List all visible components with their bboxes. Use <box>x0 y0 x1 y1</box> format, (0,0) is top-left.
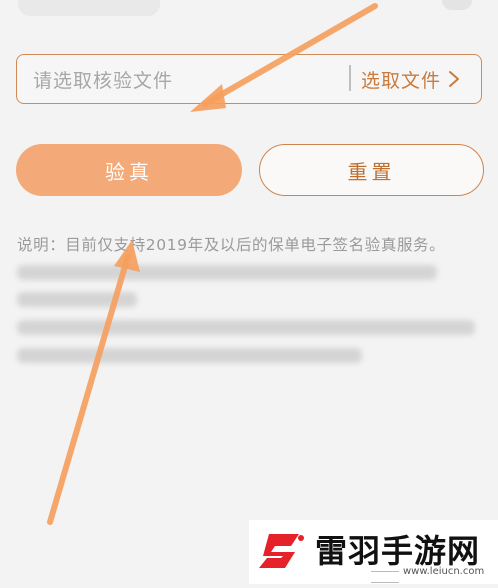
top-bar-fragment-right <box>442 0 472 10</box>
blurred-text-line <box>17 320 475 335</box>
reset-button[interactable]: 重置 <box>259 144 484 196</box>
verify-label: 验真 <box>105 159 153 184</box>
file-select-placeholder: 请选取核验文件 <box>33 70 174 92</box>
field-divider <box>349 65 351 91</box>
blurred-text-line <box>17 348 362 363</box>
blurred-text-line <box>17 292 137 307</box>
watermark-brand: 雷羽手游网 www.leiucn.com <box>249 520 498 584</box>
watermark-url: www.leiucn.com <box>367 566 498 588</box>
top-bar-fragment <box>18 0 160 16</box>
service-note: 说明：目前仅支持2019年及以后的保单电子签名验真服务。 <box>17 236 446 254</box>
choose-file-button[interactable]: 选取文件 <box>361 63 461 95</box>
top-strip <box>0 0 498 22</box>
choose-file-label: 选取文件 <box>361 69 442 92</box>
brand-logo-icon <box>259 534 304 568</box>
verify-button[interactable]: 验真 <box>16 144 242 196</box>
chevron-right-icon <box>449 71 460 87</box>
file-select-field[interactable]: 请选取核验文件 选取文件 <box>16 54 482 104</box>
reset-label: 重置 <box>347 159 396 184</box>
blurred-text-line <box>17 265 437 280</box>
